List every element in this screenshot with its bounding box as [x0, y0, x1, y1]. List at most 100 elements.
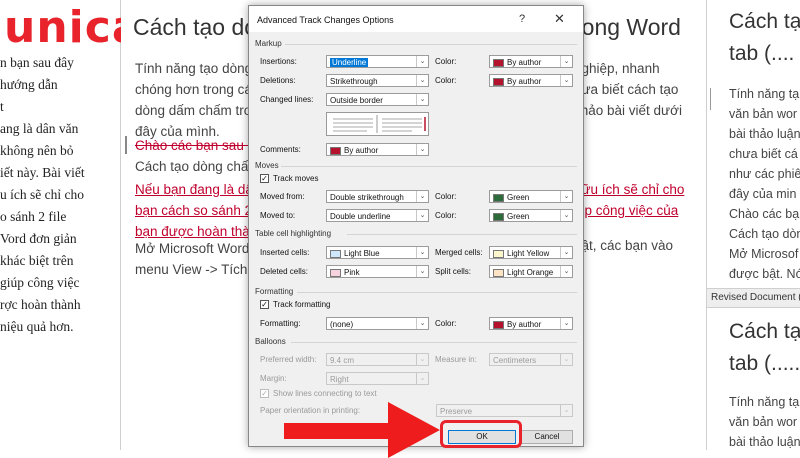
document-title-right: rong Word [574, 14, 681, 40]
deleted-cells-select[interactable]: Pink ⌄ [326, 265, 429, 278]
merged-cells-select[interactable]: Light Yellow ⌄ [489, 246, 573, 259]
section-divider [285, 44, 577, 45]
deletions-select[interactable]: Strikethrough ⌄ [326, 74, 429, 87]
chevron-down-icon: ⌄ [560, 266, 572, 277]
left-line: hướng dẫn [0, 77, 58, 92]
insertions-color-select[interactable]: By author ⌄ [489, 55, 573, 68]
section-moves: Moves [255, 161, 279, 170]
preview-lines-graphic [333, 115, 426, 133]
changed-lines-select[interactable]: Outside border ⌄ [326, 93, 429, 106]
left-document-strip: unica n bạn sau đây hướng dẫn t ang là d… [0, 0, 142, 450]
text-line: Tính năng tạo dòng [135, 61, 253, 76]
left-line: khác biệt trên [0, 253, 74, 268]
formatting-select[interactable]: (none) ⌄ [326, 317, 429, 330]
chevron-down-icon: ⌄ [560, 247, 572, 258]
deletions-label: Deletions: [260, 76, 296, 85]
inserted-text-right: hữu ích sẽ chỉ cho iúp công việc của [574, 179, 684, 221]
advanced-track-changes-dialog: Advanced Track Changes Options ? ✕ Marku… [248, 5, 584, 447]
deletions-color-label: Color: [435, 76, 457, 85]
deletions-color-select[interactable]: By author ⌄ [489, 74, 573, 87]
show-lines-label: Show lines connecting to text [273, 389, 377, 398]
preferred-width-input[interactable]: 9.4 cm ⌄ [326, 353, 429, 366]
help-button[interactable]: ? [519, 13, 525, 25]
formatting-color-label: Color: [435, 319, 457, 328]
pane-line: chưa biết cá [729, 147, 798, 161]
pane-text: Tính năng tạ văn bản wor bài thảo luận [729, 392, 800, 452]
track-formatting-checkbox[interactable]: ✓ [260, 300, 269, 309]
chevron-down-icon: ⌄ [416, 94, 428, 105]
section-balloons: Balloons [255, 337, 286, 346]
revised-document-pane: Cách tạ tab (.... Tính năng tạ văn bản w… [706, 0, 800, 450]
document-title: Cách tạo dò [133, 14, 258, 40]
pane-line: bài thảo luận [729, 127, 800, 141]
red-arrow-shaft [284, 423, 390, 439]
measure-in-label: Measure in: [435, 355, 477, 364]
margin-select[interactable]: Right ⌄ [326, 372, 429, 385]
split-cells-label: Split cells: [435, 267, 472, 276]
section-divider [291, 342, 577, 343]
ok-highlight-ring [440, 420, 522, 448]
inserted-line: hữu ích sẽ chỉ cho [574, 182, 685, 197]
moved-to-select[interactable]: Double underline ⌄ [326, 209, 429, 222]
section-divider [297, 292, 577, 293]
moved-to-color-select[interactable]: Green ⌄ [489, 209, 573, 222]
chevron-down-icon: ⌄ [416, 144, 428, 155]
dialog-title: Advanced Track Changes Options [257, 15, 394, 25]
pane-text: Tính năng tạ văn bản wor bài thảo luận c… [729, 84, 800, 284]
pane-title: tab (..... [729, 352, 800, 375]
chevron-down-icon: ⌄ [560, 75, 572, 86]
text-line: bật, các bạn vào [574, 238, 674, 253]
chevron-down-icon: ⌄ [416, 56, 428, 67]
section-divider [347, 234, 577, 235]
left-document-text: n bạn sau đây hướng dẫn t ang là dân văn… [0, 52, 118, 338]
left-line: không nên bỏ [0, 143, 74, 158]
show-lines-checkbox[interactable]: ✓ [260, 389, 269, 398]
deleted-text: Chào các bạn sau đ [135, 138, 256, 153]
paragraph-left: Tính năng tạo dòng chóng hơn trong các d… [135, 58, 259, 142]
dialog-title-bar[interactable]: Advanced Track Changes Options ? ✕ [249, 6, 583, 32]
pane-title: Cách tạ [729, 10, 800, 33]
inserted-line: iúp công việc của [574, 203, 679, 218]
text-line: Mở Microsoft Word [135, 241, 250, 256]
pane-line: được bật. Nó [729, 267, 800, 281]
insertions-color-label: Color: [435, 57, 457, 66]
measure-in-select[interactable]: Centimeters ⌄ [489, 353, 573, 366]
left-line: Vord đơn giản [0, 231, 77, 246]
left-line: giúp công việc [0, 275, 80, 290]
changed-lines-label: Changed lines: [260, 95, 314, 104]
left-line: ang là dân văn [0, 121, 79, 136]
insertions-select[interactable]: Underline ⌄ [326, 55, 429, 68]
insertions-label: Insertions: [260, 57, 297, 66]
chevron-down-icon: ⌄ [416, 210, 428, 221]
chevron-down-icon: ⌄ [416, 373, 428, 384]
text-line: khảo bài viết dưới [574, 103, 682, 118]
inserted-cells-select[interactable]: Light Blue ⌄ [326, 246, 429, 259]
chevron-down-icon: ⌄ [560, 354, 572, 365]
pane-line: bài thảo luận [729, 435, 800, 449]
revised-document-label: Revised Document (Ca [707, 288, 800, 308]
text-line: chóng hơn trong các [135, 82, 259, 97]
track-moves-checkbox[interactable]: ✓ [260, 174, 269, 183]
chevron-down-icon: ⌄ [416, 266, 428, 277]
chevron-down-icon: ⌄ [560, 191, 572, 202]
section-table-highlighting: Table cell highlighting [255, 229, 332, 238]
change-bar [710, 88, 711, 110]
preferred-width-label: Preferred width: [260, 355, 317, 364]
track-formatting-label: Track formatting [273, 300, 331, 309]
paper-orientation-select[interactable]: Preserve ⌄ [436, 404, 573, 417]
margin-label: Margin: [260, 374, 287, 383]
pane-line: Tính năng tạ [729, 87, 800, 101]
split-cells-select[interactable]: Light Orange ⌄ [489, 265, 573, 278]
moved-from-color-select[interactable]: Green ⌄ [489, 190, 573, 203]
section-divider [281, 166, 577, 167]
paragraph-right: nghiệp, nhanh hưa biết cách tạo khảo bài… [574, 58, 682, 121]
cancel-button[interactable]: Cancel [521, 430, 573, 444]
track-moves-label: Track moves [273, 174, 319, 183]
formatting-color-select[interactable]: By author ⌄ [489, 317, 573, 330]
deleted-cells-label: Deleted cells: [260, 267, 309, 276]
inserted-line: bạn cách so sánh 2 fi [135, 203, 263, 218]
pane-title: tab (.... [729, 42, 795, 65]
comments-select[interactable]: By author ⌄ [326, 143, 429, 156]
close-button[interactable]: ✕ [554, 11, 565, 27]
moved-from-select[interactable]: Double strikethrough ⌄ [326, 190, 429, 203]
